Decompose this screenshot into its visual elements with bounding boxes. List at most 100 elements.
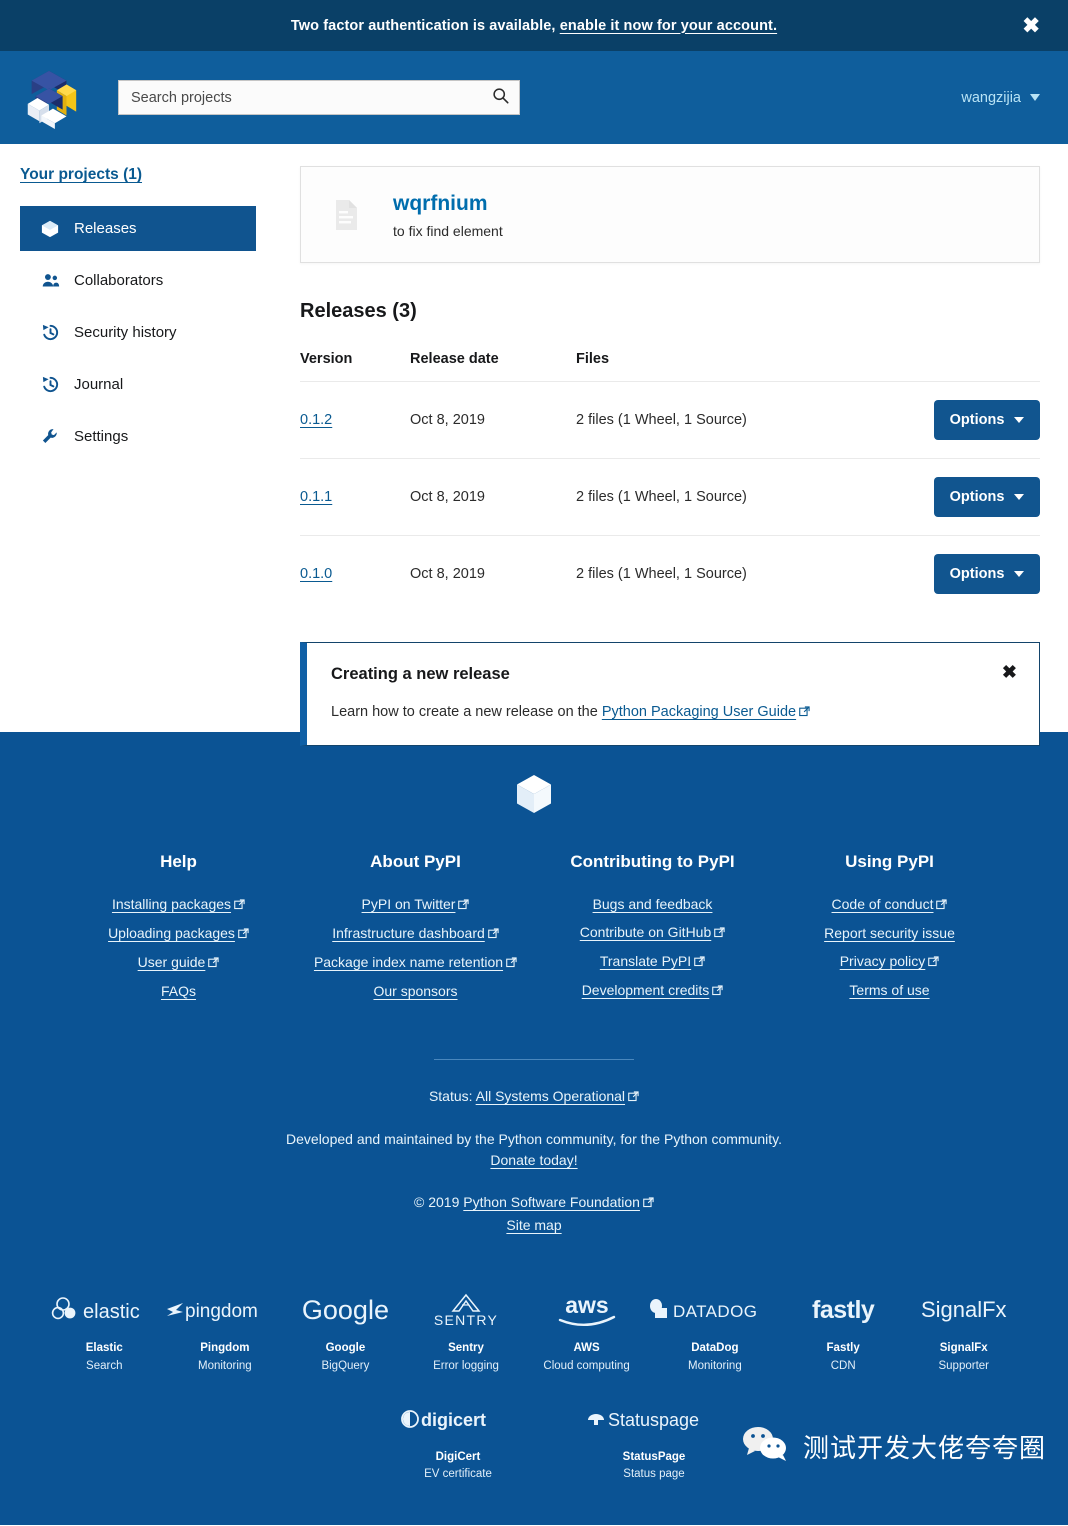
- external-link-icon: [799, 705, 810, 721]
- footer-link[interactable]: Code of conduct: [771, 896, 1008, 913]
- footer-link[interactable]: Contribute on GitHub: [534, 924, 771, 941]
- datadog-logo-icon: DATADOG: [647, 1292, 783, 1328]
- sponsor-statuspage[interactable]: Statuspage StatusPage Status page: [584, 1401, 724, 1484]
- footer-link[interactable]: Package index name retention: [297, 954, 534, 971]
- chevron-down-icon: [1014, 417, 1025, 423]
- site-map-link[interactable]: Site map: [506, 1217, 561, 1233]
- packaging-user-guide-link[interactable]: Python Packaging User Guide: [602, 704, 796, 720]
- status-line: Status: All Systems Operational: [0, 1086, 1068, 1109]
- sponsor-digicert[interactable]: digicert DigiCert EV certificate: [388, 1401, 528, 1484]
- callout-body: Learn how to create a new release on the…: [331, 704, 1015, 721]
- sponsor-aws[interactable]: aws AWS Cloud computing: [526, 1292, 647, 1375]
- notification-text: Two factor authentication is available, …: [291, 18, 777, 34]
- sidebar-item-settings[interactable]: Settings: [20, 414, 256, 459]
- footer-link[interactable]: Infrastructure dashboard: [297, 925, 534, 942]
- external-link-icon: [628, 1087, 639, 1109]
- sponsor-pingdom[interactable]: pingdom Pingdom Monitoring: [165, 1292, 286, 1375]
- sitemap-line: Site map: [0, 1215, 1068, 1237]
- sponsor-role: Search: [86, 1359, 123, 1372]
- footer-link[interactable]: Bugs and feedback: [534, 896, 771, 912]
- footer-link[interactable]: Translate PyPI: [534, 953, 771, 970]
- sponsor-signalfx[interactable]: SignalFx SignalFx Supporter: [903, 1292, 1024, 1375]
- notification-message: Two factor authentication is available,: [290, 17, 560, 34]
- close-icon[interactable]: ✖: [1002, 663, 1017, 681]
- release-files: 2 files (1 Wheel, 1 Source): [576, 381, 920, 459]
- psf-link[interactable]: Python Software Foundation: [463, 1194, 640, 1210]
- svg-text:pingdom: pingdom: [185, 1301, 258, 1322]
- footer-link-columns: Help Installing packages Uploading packa…: [0, 852, 1068, 1011]
- options-button[interactable]: Options: [934, 477, 1040, 517]
- copyright-line: © 2019 Python Software Foundation: [0, 1192, 1068, 1215]
- sponsor-name: Elastic: [85, 1342, 123, 1355]
- footer-meta: Status: All Systems Operational Develope…: [0, 1086, 1068, 1236]
- footer-column-title: Help: [160, 852, 197, 871]
- footer-column-title: Contributing to PyPI: [570, 852, 735, 871]
- sponsor-google[interactable]: Google Google BigQuery: [285, 1292, 406, 1375]
- chevron-down-icon: [1014, 571, 1025, 577]
- sponsor-name: DigiCert: [435, 1450, 481, 1463]
- sidebar-item-collaborators[interactable]: Collaborators: [20, 258, 256, 303]
- footer-link[interactable]: User guide: [60, 954, 297, 971]
- sidebar-item-label: Collaborators: [74, 272, 164, 289]
- footer-link[interactable]: Our sponsors: [297, 983, 534, 999]
- table-header-row: Version Release date Files: [300, 351, 1040, 382]
- sentry-logo-icon: SENTRY: [406, 1292, 527, 1328]
- svg-text:aws: aws: [565, 1292, 608, 1318]
- status-link[interactable]: All Systems Operational: [476, 1088, 625, 1104]
- sponsor-datadog[interactable]: DATADOG DataDog Monitoring: [647, 1292, 783, 1375]
- release-version-link[interactable]: 0.1.1: [300, 489, 332, 505]
- release-version-link[interactable]: 0.1.0: [300, 566, 332, 582]
- footer-link[interactable]: Terms of use: [771, 982, 1008, 998]
- footer-column-help: Help Installing packages Uploading packa…: [60, 852, 297, 1011]
- sponsor-sentry[interactable]: SENTRY Sentry Error logging: [406, 1292, 527, 1375]
- release-version-link[interactable]: 0.1.2: [300, 412, 332, 428]
- column-header-options: [920, 351, 1040, 382]
- callout-title: Creating a new release: [331, 665, 510, 683]
- elastic-logo-icon: elastic: [44, 1292, 165, 1328]
- sponsor-role: EV certificate: [424, 1468, 492, 1481]
- user-menu[interactable]: wangzijia: [961, 90, 1040, 106]
- footer-link[interactable]: Development credits: [534, 982, 771, 999]
- external-link-icon: [238, 926, 249, 942]
- close-icon[interactable]: ✖: [1022, 15, 1040, 36]
- sponsor-fastly[interactable]: fastly Fastly CDN: [783, 1292, 904, 1375]
- status-label: Status:: [428, 1088, 476, 1104]
- options-button[interactable]: Options: [934, 400, 1040, 440]
- search-input[interactable]: [118, 80, 520, 115]
- footer-link[interactable]: Uploading packages: [60, 925, 297, 942]
- site-footer: Help Installing packages Uploading packa…: [0, 732, 1068, 1525]
- external-link-icon: [712, 983, 723, 999]
- sponsor-name: Google: [325, 1342, 366, 1355]
- google-logo-icon: Google: [301, 1294, 389, 1325]
- project-name[interactable]: wqrfnium: [393, 190, 503, 217]
- main-content: wqrfnium to fix find element Releases (3…: [300, 166, 1068, 746]
- username-label: wangzijia: [961, 89, 1021, 106]
- wechat-icon: [739, 1424, 791, 1469]
- sidebar-item-journal[interactable]: Journal: [20, 362, 256, 407]
- search-box: [118, 80, 520, 115]
- wechat-watermark: 测试开发大佬夸夸圈: [739, 1424, 1046, 1469]
- donate-link[interactable]: Donate today!: [490, 1152, 577, 1168]
- sidebar-item-security-history[interactable]: Security history: [20, 310, 256, 355]
- external-link-icon: [506, 955, 517, 971]
- table-row: 0.1.0 Oct 8, 2019 2 files (1 Wheel, 1 So…: [300, 536, 1040, 613]
- external-link-icon: [487, 926, 499, 942]
- sponsor-role: Error logging: [433, 1359, 499, 1372]
- options-button[interactable]: Options: [934, 554, 1040, 594]
- your-projects-link[interactable]: Your projects (1): [20, 166, 142, 184]
- releases-heading: Releases (3): [300, 300, 417, 322]
- sponsor-elastic[interactable]: elastic Elastic Search: [44, 1292, 165, 1375]
- sidebar-item-label: Journal: [74, 376, 124, 393]
- footer-column-contributing: Contributing to PyPI Bugs and feedback C…: [534, 852, 771, 1011]
- release-files: 2 files (1 Wheel, 1 Source): [576, 566, 747, 582]
- footer-divider: [434, 1059, 634, 1060]
- footer-link[interactable]: Report security issue: [771, 925, 1008, 941]
- footer-link[interactable]: Privacy policy: [771, 953, 1008, 970]
- sponsor-role: Monitoring: [688, 1359, 742, 1372]
- enable-2fa-link[interactable]: enable it now for your account.: [560, 18, 777, 34]
- sidebar-item-releases[interactable]: Releases: [20, 206, 256, 251]
- footer-link[interactable]: Installing packages: [60, 896, 297, 913]
- pypi-logo-icon[interactable]: [20, 65, 82, 131]
- footer-link[interactable]: FAQs: [60, 983, 297, 999]
- footer-link[interactable]: PyPI on Twitter: [297, 896, 534, 913]
